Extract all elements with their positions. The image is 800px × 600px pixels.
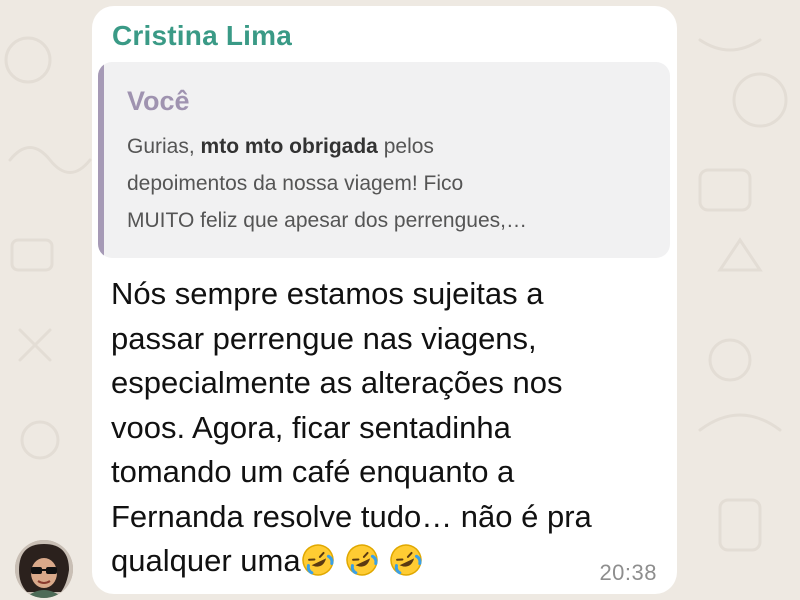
quoted-line-3: MUITO feliz que apesar dos perrengues,…	[127, 209, 527, 232]
rolling-on-floor-laughing-emoji-icon	[389, 543, 423, 590]
message-line: Fernanda resolve tudo… não é pra	[111, 498, 592, 534]
message-timestamp: 20:38	[599, 560, 657, 585]
rolling-on-floor-laughing-emoji-icon	[345, 543, 379, 590]
message-text: Nós sempre estamos sujeitas a passar per…	[111, 272, 671, 590]
message-bubble[interactable]: Cristina Lima Você Gurias, mto mto obrig…	[92, 6, 677, 594]
message-line-last: qualquer uma	[111, 539, 671, 590]
quoted-author: Você	[127, 86, 190, 116]
message-line: tomando um café enquanto a	[111, 454, 515, 489]
rolling-on-floor-laughing-emoji-icon	[301, 543, 335, 590]
avatar-photo	[15, 540, 73, 598]
quote-accent-bar	[98, 62, 104, 258]
avatar[interactable]	[15, 540, 73, 598]
message-line: especialmente as alterações nos	[111, 365, 563, 400]
quoted-line-1: Gurias, mto mto obrigada pelos	[127, 135, 434, 158]
message-line: voos. Agora, ficar sentadinha	[111, 409, 511, 445]
quoted-text: Gurias, mto mto obrigada pelos depoiment…	[127, 128, 657, 239]
message-line: Nós sempre estamos sujeitas a	[111, 276, 544, 311]
sender-name[interactable]: Cristina Lima	[112, 20, 292, 52]
quoted-message[interactable]: Você Gurias, mto mto obrigada pelos depo…	[98, 62, 670, 258]
message-line: passar perrengue nas viagens,	[111, 320, 537, 356]
quoted-line-2: depoimentos da nossa viagem! Fico	[127, 172, 464, 195]
